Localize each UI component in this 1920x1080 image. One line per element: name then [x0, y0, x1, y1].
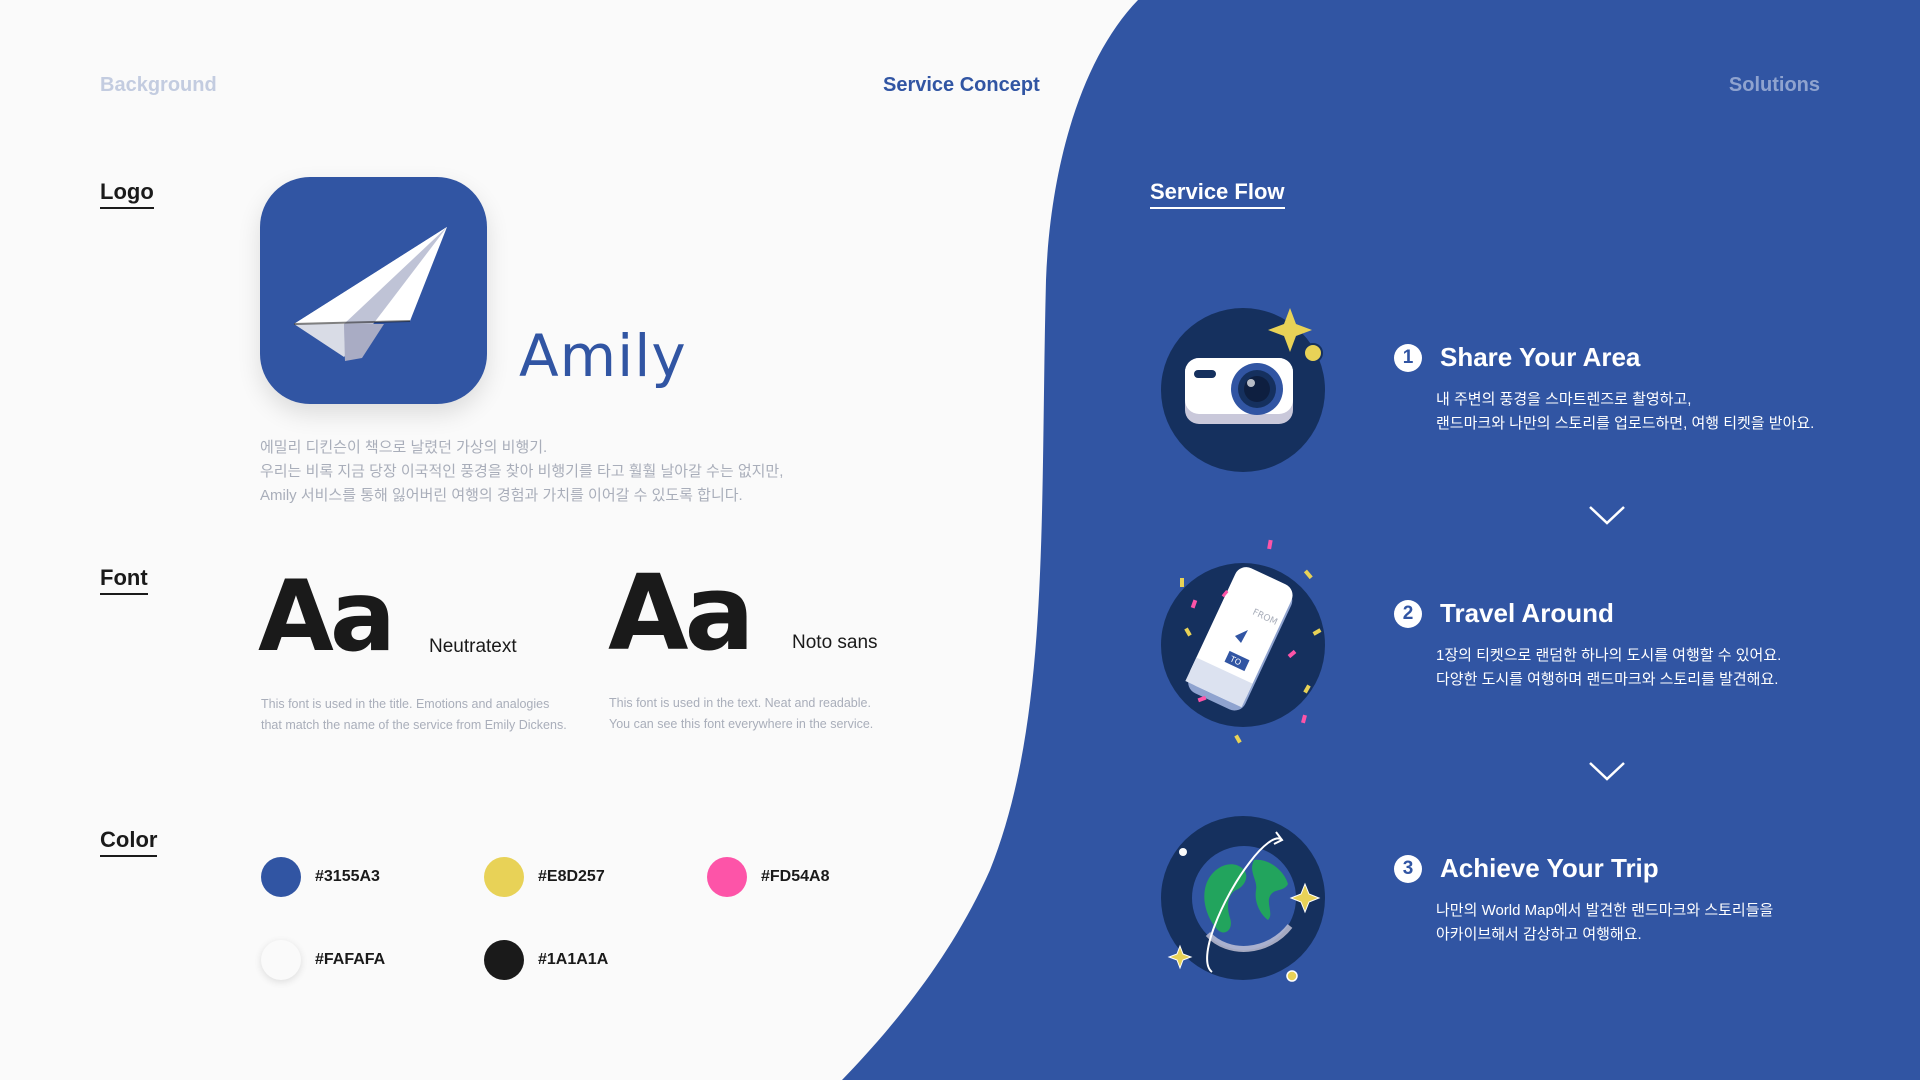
section-title-font: Font	[100, 565, 148, 595]
color-hex: #FAFAFA	[315, 951, 386, 968]
step-number-badge: 3	[1394, 854, 1422, 883]
ticket-icon: FROM TO	[1161, 539, 1325, 744]
color-hex: #3155A3	[315, 868, 380, 885]
font-note-line: This font is used in the text. Neat and …	[609, 696, 871, 710]
color-hex: #E8D257	[538, 868, 605, 885]
color-swatch-primary: #3155A3	[261, 857, 380, 897]
nav-solutions[interactable]: Solutions	[1729, 74, 1820, 97]
logo-wordmark: Amily	[519, 322, 687, 390]
step-text-line: 내 주변의 풍경을 스마트렌즈로 촬영하고,	[1436, 391, 1692, 408]
app-logo	[260, 177, 487, 404]
color-hex: #FD54A8	[761, 868, 830, 885]
step-title: Achieve Your Trip	[1440, 853, 1659, 883]
camera-icon	[1161, 308, 1325, 472]
color-dot	[484, 857, 524, 897]
step-number-badge: 1	[1394, 343, 1422, 372]
flow-step-2-header: 2 Travel Around	[1394, 598, 1614, 629]
flow-step-1-text: 내 주변의 풍경을 스마트렌즈로 촬영하고, 랜드마크와 나만의 스토리를 업로…	[1436, 388, 1814, 436]
step-number-badge: 2	[1394, 599, 1422, 628]
logo-description-line: 우리는 비록 지금 당장 이국적인 풍경을 찾아 비행기를 타고 훨훨 날아갈 …	[260, 463, 784, 480]
section-title-logo: Logo	[100, 179, 154, 209]
step-text-line: 아카이브해서 감상하고 여행해요.	[1436, 926, 1642, 943]
font-note-noto-sans: This font is used in the text. Neat and …	[609, 693, 873, 735]
step-title: Travel Around	[1440, 598, 1614, 628]
nav-service-concept[interactable]: Service Concept	[883, 74, 1040, 97]
globe-icon	[1161, 816, 1325, 982]
color-dot	[261, 857, 301, 897]
font-note-line: This font is used in the title. Emotions…	[261, 697, 550, 711]
color-swatch-yellow: #E8D257	[484, 857, 605, 897]
flow-step-1-header: 1 Share Your Area	[1394, 342, 1640, 373]
section-title-service-flow: Service Flow	[1150, 179, 1285, 209]
color-dot	[484, 940, 524, 980]
logo-description-line: 에밀리 디킨슨이 책으로 날렸던 가상의 비행기.	[260, 439, 548, 456]
section-title-color: Color	[100, 827, 158, 857]
font-note-line: You can see this font everywhere in the …	[609, 717, 874, 731]
font-sample-noto-sans: Aa	[608, 552, 755, 674]
color-swatch-black: #1A1A1A	[484, 940, 608, 980]
font-name-neutratext: Neutratext	[429, 636, 517, 657]
chevron-down-icon	[1589, 762, 1625, 781]
logo-description: 에밀리 디킨슨이 책으로 날렸던 가상의 비행기. 우리는 비록 지금 당장 이…	[260, 436, 783, 508]
color-swatch-white: #FAFAFA	[261, 940, 385, 980]
font-note-line: that match the name of the service from …	[261, 718, 567, 732]
flow-step-2-text: 1장의 티켓으로 랜덤한 하나의 도시를 여행할 수 있어요. 다양한 도시를 …	[1436, 644, 1781, 692]
chevron-down-icon	[1589, 506, 1625, 525]
color-hex: #1A1A1A	[538, 951, 609, 968]
step-text-line: 랜드마크와 나만의 스토리를 업로드하면, 여행 티켓을 받아요.	[1436, 415, 1815, 432]
color-swatch-pink: #FD54A8	[707, 857, 829, 897]
step-text-line: 나만의 World Map에서 발견한 랜드마크와 스토리들을	[1436, 902, 1774, 919]
nav-background[interactable]: Background	[100, 74, 217, 97]
color-dot	[261, 940, 301, 980]
flow-step-3-header: 3 Achieve Your Trip	[1394, 853, 1659, 884]
color-dot	[707, 857, 747, 897]
logo-description-line: Amily 서비스를 통해 잃어버린 여행의 경험과 가치를 이어갈 수 있도록…	[260, 487, 743, 504]
step-title: Share Your Area	[1440, 342, 1641, 372]
flow-step-3-text: 나만의 World Map에서 발견한 랜드마크와 스토리들을 아카이브해서 감…	[1436, 899, 1773, 947]
font-note-neutratext: This font is used in the title. Emotions…	[261, 694, 567, 736]
step-text-line: 다양한 도시를 여행하며 랜드마크와 스토리를 발견해요.	[1436, 671, 1779, 688]
step-text-line: 1장의 티켓으로 랜덤한 하나의 도시를 여행할 수 있어요.	[1436, 647, 1782, 664]
paper-plane-icon	[293, 227, 447, 361]
font-sample-neutratext: Aa	[258, 560, 396, 674]
font-name-noto-sans: Noto sans	[792, 632, 878, 653]
